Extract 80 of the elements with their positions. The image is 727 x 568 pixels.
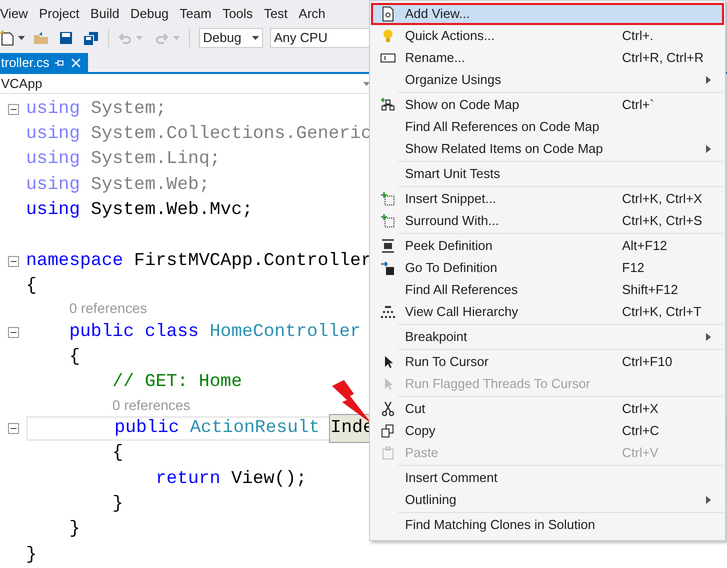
code-text: FirstMVCApp.Controller <box>134 250 372 273</box>
document-tab[interactable]: troller.cs <box>0 53 88 72</box>
code-text: } <box>26 544 37 567</box>
collapse-icon[interactable] <box>8 326 18 338</box>
code-text: System.Linq; <box>90 148 220 172</box>
code-text: System.Collections.Generic <box>90 122 372 146</box>
type-name: ActionResult <box>190 416 320 440</box>
menu-item[interactable]: Tools <box>222 0 253 26</box>
caret-icon <box>173 36 180 40</box>
caret-icon <box>136 36 143 40</box>
configuration-dropdown[interactable]: Debug <box>199 28 263 48</box>
keyword: return <box>156 468 220 491</box>
menu-item[interactable]: Show Related Items on Code Map <box>371 138 724 160</box>
keyword: namespace <box>26 250 124 273</box>
pin-icon[interactable] <box>55 58 66 68</box>
menu-item[interactable]: Find All References on Code Map <box>371 116 724 138</box>
close-icon[interactable] <box>71 58 82 68</box>
menu-item[interactable]: Test <box>264 0 288 26</box>
snippet-icon <box>380 213 396 229</box>
menu-item[interactable]: Project <box>38 0 80 26</box>
code-text: { <box>26 275 37 298</box>
code-text: } <box>112 493 124 516</box>
menu-item[interactable]: View <box>0 0 28 26</box>
keyword: public class <box>69 320 199 344</box>
clipboard-icon <box>380 445 396 461</box>
menu-item[interactable]: Insert Snippet... Ctrl+K, Ctrl+X <box>371 188 724 210</box>
code-text: System; <box>90 98 166 121</box>
menu-item[interactable]: Organize Usings <box>371 69 724 91</box>
menu-item[interactable]: Find All References Shift+F12 <box>371 279 724 301</box>
menu-item[interactable]: Copy Ctrl+C <box>371 420 724 442</box>
menu-item[interactable]: Cut Ctrl+X <box>371 398 724 420</box>
menu-item[interactable]: Show on Code Map Ctrl+` <box>371 94 724 116</box>
collapse-icon[interactable] <box>8 422 18 434</box>
code-comment: // GET: Home <box>112 371 242 394</box>
menu-item[interactable]: Add View... <box>371 3 724 25</box>
type-name: HomeController <box>210 320 361 344</box>
snippet-icon <box>380 191 396 207</box>
save-all-icon[interactable] <box>83 31 99 46</box>
caret-icon <box>252 36 259 40</box>
code-text: View(); <box>231 468 307 491</box>
diagram-icon <box>380 97 396 113</box>
menu-item[interactable]: Go To Definition F12 <box>371 257 724 279</box>
copy-icon <box>380 423 396 439</box>
menu-item[interactable]: Insert Comment <box>371 467 724 489</box>
menu-item[interactable]: Smart Unit Tests <box>371 163 724 185</box>
scissors-icon <box>380 401 396 417</box>
hierarchy-icon <box>380 304 396 320</box>
code-text: { <box>112 442 124 466</box>
keyword: using <box>26 122 80 146</box>
menu-item[interactable]: Build <box>90 0 120 26</box>
menu-item[interactable]: Arch <box>298 0 326 26</box>
menu-item[interactable]: Outlining <box>371 489 724 511</box>
caret-icon <box>363 82 370 86</box>
code-text: System.Web; <box>90 174 210 197</box>
menu-item[interactable]: Team <box>180 0 212 26</box>
menu-item[interactable]: Debug <box>130 0 169 26</box>
folder-icon[interactable] <box>33 31 49 46</box>
keyword: using <box>26 199 80 222</box>
collapse-icon[interactable] <box>8 256 18 267</box>
keyword: public <box>114 416 180 440</box>
save-icon[interactable] <box>59 31 73 46</box>
menu-item[interactable]: Run To Cursor Ctrl+F10 <box>371 351 724 373</box>
new-project-icon[interactable] <box>0 30 14 46</box>
code-text: } <box>69 518 80 542</box>
document-icon <box>380 6 396 22</box>
menu-item[interactable]: Find Matching Clones in Solution <box>371 514 724 536</box>
collapse-icon[interactable] <box>8 104 18 115</box>
caret-icon <box>18 36 25 40</box>
keyword: using <box>26 98 80 121</box>
go-to-icon <box>380 260 396 276</box>
keyword: using <box>26 174 80 197</box>
menu-item[interactable]: Peek Definition Alt+F12 <box>371 235 724 257</box>
menu-item[interactable]: Surround With... Ctrl+K, Ctrl+S <box>371 210 724 232</box>
peek-icon <box>380 238 396 254</box>
menu-item[interactable]: Breakpoint <box>371 326 724 348</box>
menu-item[interactable]: Rename... Ctrl+R, Ctrl+R <box>371 47 724 69</box>
keyword: using <box>26 148 80 172</box>
code-text: System.Web.Mvc; <box>90 199 253 222</box>
menu-item[interactable]: View Call Hierarchy Ctrl+K, Ctrl+T <box>371 301 724 323</box>
code-text: { <box>69 346 80 370</box>
